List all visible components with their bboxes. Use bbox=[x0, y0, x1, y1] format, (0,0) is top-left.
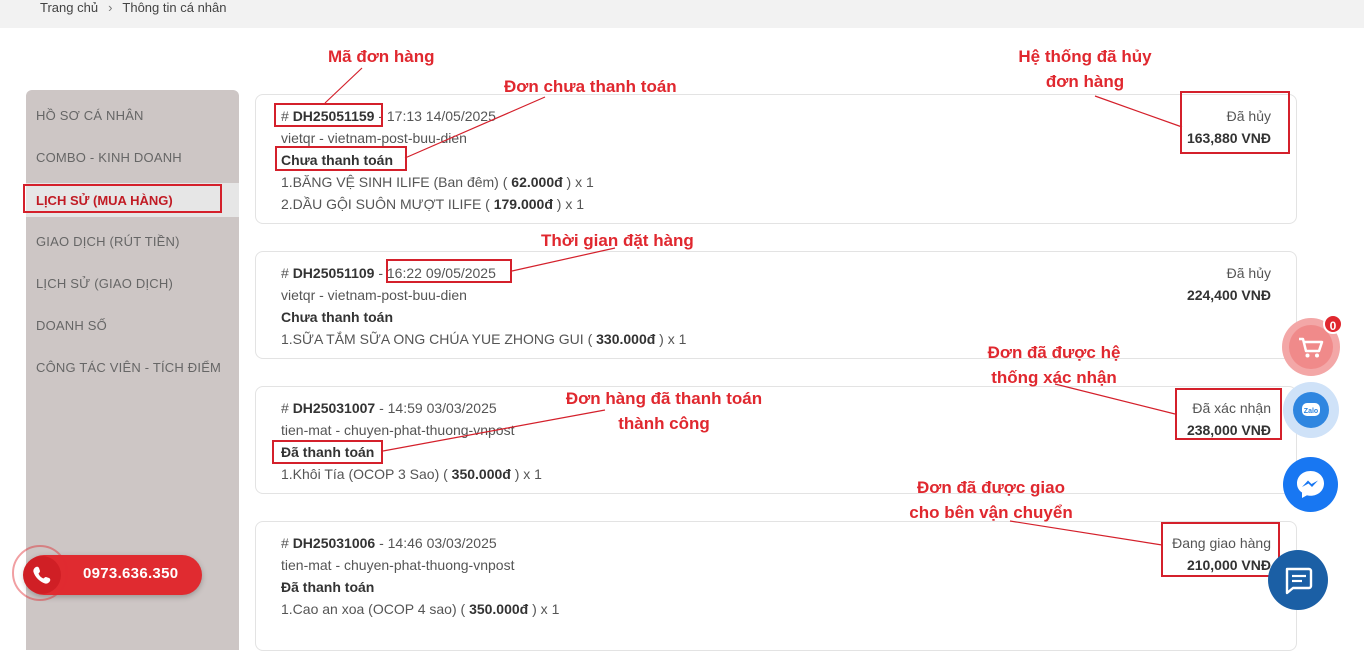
sidebar-item-sales[interactable]: DOANH SỐ bbox=[36, 318, 107, 333]
order-card[interactable]: # DH25031007 - 14:59 03/03/2025 tien-mat… bbox=[255, 386, 1297, 494]
order-status: Đã hủy bbox=[1226, 265, 1271, 281]
order-code[interactable]: DH25051109 bbox=[293, 265, 375, 281]
messenger-icon bbox=[1297, 471, 1324, 498]
hotline-number[interactable]: 0973.636.350 bbox=[83, 565, 178, 582]
order-header: # DH25031006 - 14:46 03/03/2025 bbox=[281, 535, 497, 551]
breadcrumb-home-link[interactable]: Trang chủ bbox=[40, 0, 98, 15]
order-method: tien-mat - chuyen-phat-thuong-vnpost bbox=[281, 557, 515, 573]
order-item: 1.Cao an xoa (OCOP 4 sao) ( 350.000đ ) x… bbox=[281, 601, 560, 617]
order-item: 1.BĂNG VỆ SINH ILIFE (Ban đêm) ( 62.000đ… bbox=[281, 174, 594, 190]
highlight-box-cancelled bbox=[1180, 91, 1290, 154]
messenger-button[interactable] bbox=[1283, 457, 1338, 512]
highlight-box-paid bbox=[272, 440, 383, 464]
chat-icon bbox=[1285, 567, 1313, 595]
order-datetime: - 14:59 03/03/2025 bbox=[375, 400, 497, 416]
order-item: 2.DẦU GỘI SUÔN MƯỢT ILIFE ( 179.000đ ) x… bbox=[281, 196, 585, 212]
order-card[interactable]: # DH25031006 - 14:46 03/03/2025 tien-mat… bbox=[255, 521, 1297, 651]
highlight-box-order-time bbox=[386, 259, 512, 283]
order-code[interactable]: DH25031006 bbox=[293, 535, 376, 551]
highlight-box-confirmed bbox=[1175, 388, 1282, 440]
order-datetime: - 14:46 03/03/2025 bbox=[375, 535, 497, 551]
live-chat-button[interactable] bbox=[1268, 550, 1328, 610]
order-payment-status: Chưa thanh toán bbox=[281, 309, 394, 325]
order-card[interactable]: # DH25051159 - 17:13 14/05/2025 vietqr -… bbox=[255, 94, 1297, 224]
svg-text:Zalo: Zalo bbox=[1304, 408, 1318, 415]
zalo-button[interactable]: Zalo bbox=[1283, 382, 1339, 438]
breadcrumb: Trang chủ › Thông tin cá nhân bbox=[40, 0, 226, 15]
order-amount: 224,400 VNĐ bbox=[1186, 287, 1271, 303]
annotation-paid: Đơn hàng đã thanh toán thành công bbox=[565, 389, 763, 433]
order-item: 1.SỮA TẮM SỮA ONG CHÚA YUE ZHONG GUI ( 3… bbox=[281, 331, 687, 347]
sidebar-item-withdraw[interactable]: GIAO DỊCH (RÚT TIỀN) bbox=[36, 234, 180, 249]
order-method: vietqr - vietnam-post-buu-dien bbox=[281, 287, 467, 303]
sidebar-item-profile[interactable]: HỒ SƠ CÁ NHÂN bbox=[36, 108, 144, 123]
highlight-box-order-code bbox=[274, 103, 383, 127]
zalo-icon: Zalo bbox=[1293, 392, 1329, 428]
annotation-unpaid: Đơn chưa thanh toán bbox=[504, 77, 677, 96]
highlight-box-sidebar bbox=[23, 184, 222, 213]
highlight-box-unpaid bbox=[275, 146, 407, 171]
annotation-confirmed: Đơn đã được hệ thống xác nhận bbox=[987, 343, 1121, 387]
order-method: vietqr - vietnam-post-buu-dien bbox=[281, 130, 467, 146]
order-method: tien-mat - chuyen-phat-thuong-vnpost bbox=[281, 422, 515, 438]
annotation-system-cancelled: Hệ thống đã hủy đơn hàng bbox=[1018, 47, 1152, 91]
annotation-order-code: Mã đơn hàng bbox=[328, 47, 435, 66]
order-payment-status: Đã thanh toán bbox=[281, 579, 375, 595]
order-item: 1.Khôi Tía (OCOP 3 Sao) ( 350.000đ ) x 1 bbox=[281, 466, 542, 482]
highlight-box-shipping bbox=[1161, 522, 1280, 577]
order-header: # DH25031007 - 14:59 03/03/2025 bbox=[281, 400, 497, 416]
annotation-shipping: Đơn đã được giao cho bên vận chuyển bbox=[909, 478, 1073, 522]
cart-count-badge: 0 bbox=[1323, 314, 1343, 334]
sidebar-item-transaction-history[interactable]: LỊCH SỬ (GIAO DỊCH) bbox=[36, 276, 173, 291]
annotation-order-time: Thời gian đặt hàng bbox=[541, 231, 694, 250]
sidebar-item-combo[interactable]: COMBO - KINH DOANH bbox=[36, 150, 182, 165]
breadcrumb-current: Thông tin cá nhân bbox=[122, 0, 227, 15]
phone-icon[interactable] bbox=[23, 556, 61, 594]
breadcrumb-separator: › bbox=[108, 0, 113, 15]
sidebar-item-affiliate[interactable]: CÔNG TÁC VIÊN - TÍCH ĐIỂM bbox=[36, 360, 221, 375]
order-code[interactable]: DH25031007 bbox=[293, 400, 376, 416]
top-bar: Trang chủ › Thông tin cá nhân bbox=[0, 0, 1364, 28]
order-datetime: - 17:13 14/05/2025 bbox=[374, 108, 496, 124]
